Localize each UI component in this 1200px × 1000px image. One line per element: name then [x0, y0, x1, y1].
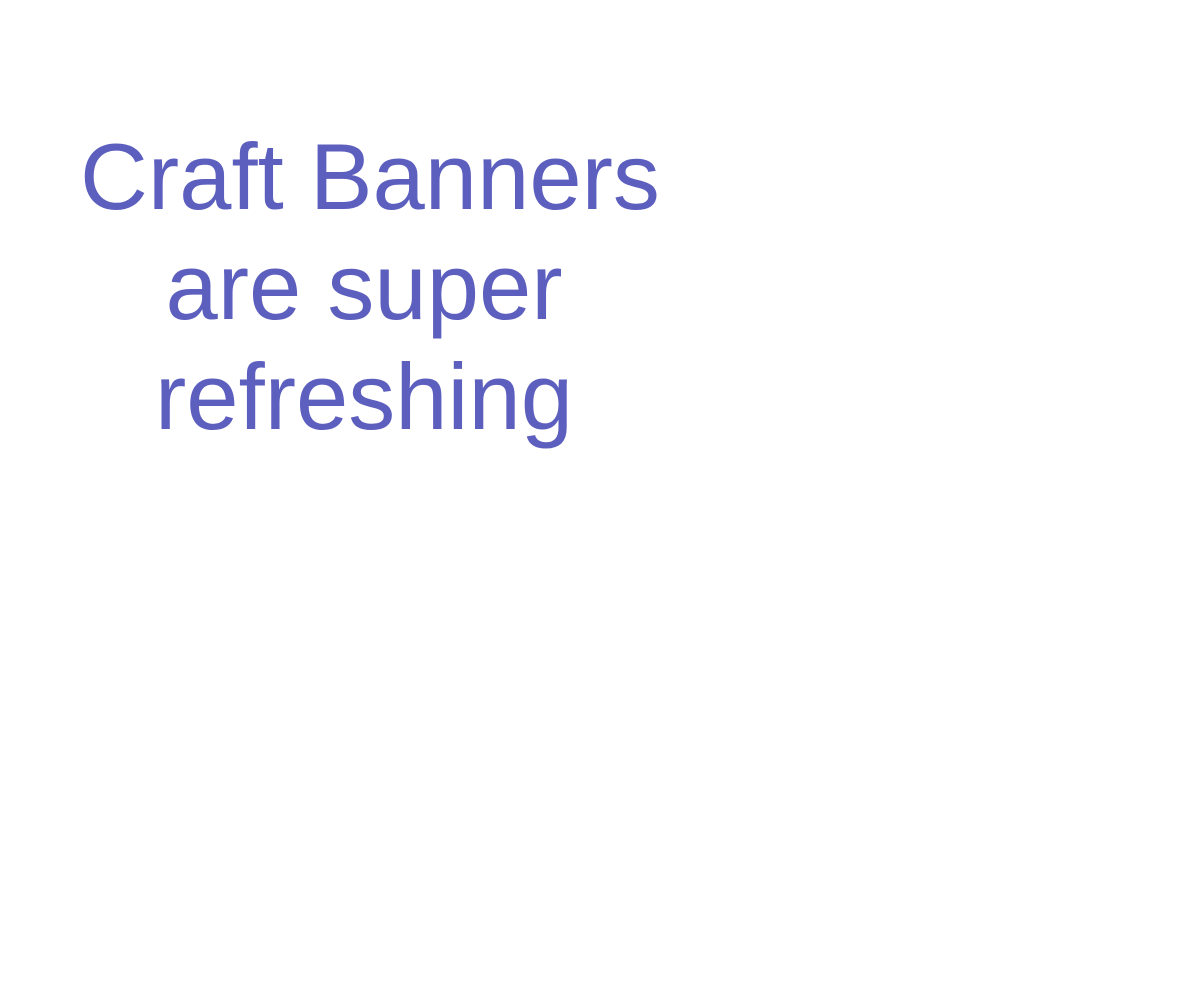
- headline-line-2: are super: [165, 234, 563, 339]
- headline-line-3: refreshing: [155, 344, 573, 449]
- banner-headline: Craft Banners are super refreshing: [80, 122, 660, 452]
- headline-line-1: Craft Banners: [80, 124, 660, 229]
- banner-canvas: Craft Banners are super refreshing: [0, 0, 1200, 1000]
